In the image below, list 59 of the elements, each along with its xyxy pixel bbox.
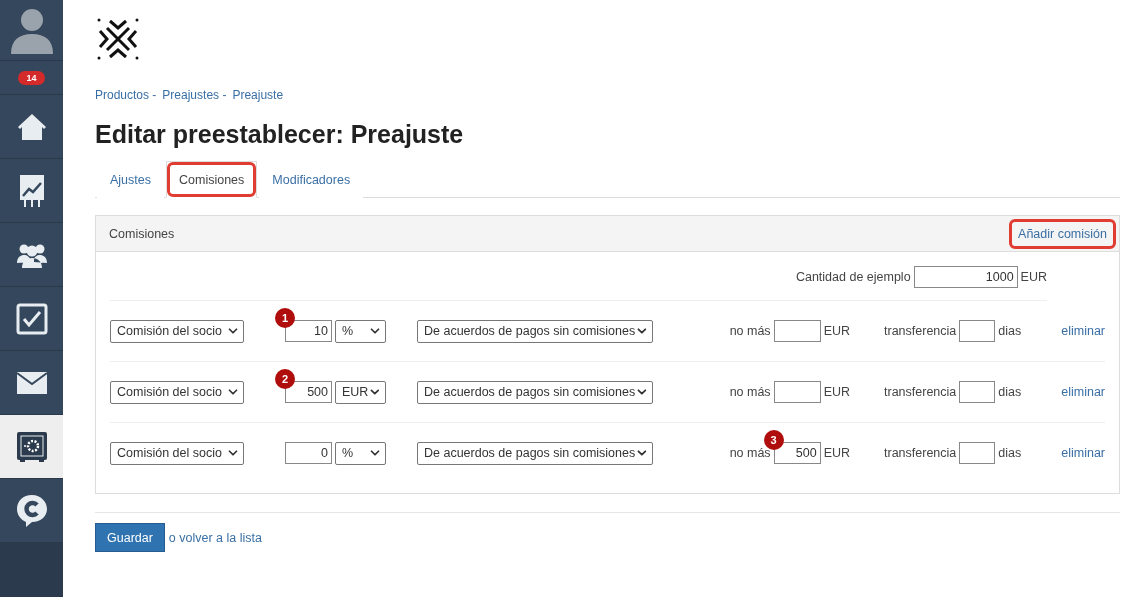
max-amount-field[interactable]	[773, 320, 821, 342]
notification-badge[interactable]: 14	[18, 70, 45, 85]
avatar-icon[interactable]	[10, 6, 53, 54]
logo-icon	[95, 16, 141, 62]
transfer-label: transferencia	[884, 446, 957, 460]
example-amount-field[interactable]: 1000	[913, 266, 1018, 288]
mail-icon[interactable]	[15, 370, 48, 395]
sidebar-item[interactable]	[0, 223, 63, 287]
save-button[interactable]: Guardar	[95, 523, 165, 552]
delete-link[interactable]: eliminar	[1061, 385, 1105, 399]
chart-board-icon[interactable]	[18, 173, 45, 208]
callout-badge: 3	[763, 430, 784, 450]
callout-badge: 2	[275, 369, 295, 389]
sidebar-item[interactable]	[0, 479, 63, 543]
panel-title: Comisiones	[109, 226, 175, 241]
transfer-days-field[interactable]	[959, 381, 996, 403]
sidebar-item[interactable]	[0, 95, 63, 159]
transfer-label: transferencia	[884, 385, 957, 399]
commission-type-select[interactable]: Comisión del socio	[110, 441, 244, 465]
unit-select[interactable]: EUR	[335, 380, 386, 404]
max-amount-field[interactable]	[773, 381, 821, 403]
sidebar-item[interactable]	[0, 159, 63, 223]
source-select[interactable]: De acuerdos de pagos sin comisiones	[417, 441, 653, 465]
source-select[interactable]: De acuerdos de pagos sin comisiones	[417, 380, 653, 404]
max-label: no más	[729, 385, 771, 399]
checkbox-icon[interactable]	[15, 302, 48, 335]
transfer-label: transferencia	[884, 324, 957, 338]
sidebar-item[interactable]	[0, 287, 63, 351]
back-to-list-link[interactable]: o volver a la lista	[168, 530, 262, 545]
delete-link[interactable]: eliminar	[1061, 324, 1105, 338]
max-label: no más	[729, 324, 771, 338]
page-title: Editar preestablecer: Preajuste	[95, 120, 465, 149]
tab[interactable]: Comisiones	[166, 161, 258, 198]
days-label: dias	[998, 385, 1022, 399]
sidebar-item[interactable]	[0, 415, 63, 479]
amount-field[interactable]: 0	[285, 442, 332, 464]
chat-bubble-icon[interactable]	[15, 493, 48, 528]
days-label: dias	[998, 446, 1022, 460]
callout-badge: 1	[275, 308, 295, 328]
days-label: dias	[998, 324, 1022, 338]
sidebar-item[interactable]	[0, 351, 63, 415]
currency-label: EUR	[1020, 270, 1047, 284]
add-commission-link[interactable]: Añadir comisión	[1009, 218, 1116, 249]
unit-select[interactable]: %	[335, 319, 386, 343]
source-select[interactable]: De acuerdos de pagos sin comisiones	[417, 319, 653, 343]
currency-label: EUR	[823, 385, 851, 399]
unit-select[interactable]: %	[335, 441, 386, 465]
transfer-days-field[interactable]	[959, 320, 996, 342]
breadcrumb-link[interactable]: Preajustes -	[162, 88, 227, 106]
breadcrumb-link[interactable]: Productos -	[95, 88, 157, 106]
safe-icon[interactable]	[15, 430, 48, 463]
commission-type-select[interactable]: Comisión del socio	[110, 380, 244, 404]
currency-label: EUR	[823, 324, 851, 338]
delete-link[interactable]: eliminar	[1061, 446, 1105, 460]
commission-type-select[interactable]: Comisión del socio	[110, 319, 244, 343]
example-label: Cantidad de ejemplo	[795, 270, 911, 284]
currency-label: EUR	[823, 446, 851, 460]
breadcrumb-link[interactable]: Preajuste	[232, 88, 284, 106]
transfer-days-field[interactable]	[959, 442, 996, 464]
